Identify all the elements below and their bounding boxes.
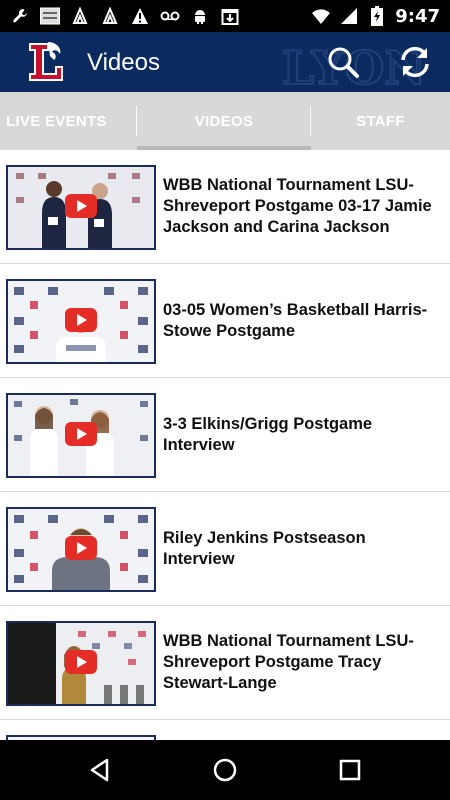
status-bar: 9:47 <box>0 0 450 32</box>
video-title[interactable] <box>163 720 440 740</box>
back-icon[interactable] <box>85 755 115 785</box>
calendar-download-icon <box>220 6 240 26</box>
video-title[interactable]: Riley Jenkins Postseason Interview <box>163 492 440 605</box>
play-icon[interactable] <box>65 422 97 446</box>
wrench-icon <box>10 6 30 26</box>
video-list-item[interactable]: WBB National Tournament LSU-Shreveport P… <box>0 150 450 264</box>
video-list-item[interactable]: 3-3 Elkins/Grigg Postgame Interview <box>0 378 450 492</box>
video-list-item[interactable]: 03-05 Women’s Basketball Harris-Stowe Po… <box>0 264 450 378</box>
play-icon[interactable] <box>65 308 97 332</box>
navigation-bar <box>0 740 450 800</box>
voicemail-icon <box>160 6 180 26</box>
tab-bar: LIVE EVENTS VIDEOS STAFF <box>0 92 450 150</box>
video-title[interactable]: 03-05 Women’s Basketball Harris-Stowe Po… <box>163 264 440 377</box>
home-icon[interactable] <box>210 755 240 785</box>
search-icon[interactable] <box>325 44 361 80</box>
app-bar: LYON Videos <box>0 32 450 92</box>
video-thumbnail[interactable] <box>6 621 156 706</box>
video-title[interactable]: WBB National Tournament LSU-Shreveport P… <box>163 150 440 263</box>
system-icons: 9:47 <box>311 6 440 27</box>
notification-icons <box>10 6 240 26</box>
video-thumbnail[interactable] <box>6 507 156 592</box>
wifi-icon <box>311 6 331 26</box>
tab-live-events[interactable]: LIVE EVENTS <box>0 92 137 150</box>
video-title[interactable]: WBB National Tournament LSU-Shreveport P… <box>163 606 440 719</box>
signal-icon <box>339 6 359 26</box>
tab-staff[interactable]: STAFF <box>311 92 450 150</box>
android-icon <box>190 6 210 26</box>
play-icon[interactable] <box>65 650 97 674</box>
up-arrows-icon <box>70 6 90 26</box>
alert-icon <box>130 6 150 26</box>
video-title[interactable]: 3-3 Elkins/Grigg Postgame Interview <box>163 378 440 491</box>
tab-label: STAFF <box>356 112 405 130</box>
up-arrows-icon <box>100 6 120 26</box>
tab-videos[interactable]: VIDEOS <box>137 92 311 150</box>
page-title: Videos <box>87 49 160 76</box>
tab-label: VIDEOS <box>194 112 254 130</box>
play-icon[interactable] <box>65 194 97 218</box>
video-list-item[interactable] <box>0 720 450 740</box>
video-list-item[interactable]: Riley Jenkins Postseason Interview <box>0 492 450 606</box>
recents-icon[interactable] <box>335 755 365 785</box>
lyon-logo <box>29 42 63 81</box>
video-list[interactable]: WBB National Tournament LSU-Shreveport P… <box>0 150 450 740</box>
status-time: 9:47 <box>395 5 440 27</box>
video-list-item[interactable]: WBB National Tournament LSU-Shreveport P… <box>0 606 450 720</box>
play-icon[interactable] <box>65 536 97 560</box>
battery-charging-icon <box>367 6 387 26</box>
video-thumbnail[interactable] <box>6 279 156 364</box>
video-thumbnail[interactable] <box>6 165 156 250</box>
video-thumbnail[interactable] <box>6 393 156 478</box>
refresh-icon[interactable] <box>397 44 433 80</box>
tab-label: LIVE EVENTS <box>6 112 107 130</box>
notification-thumbnail-icon <box>40 6 60 26</box>
